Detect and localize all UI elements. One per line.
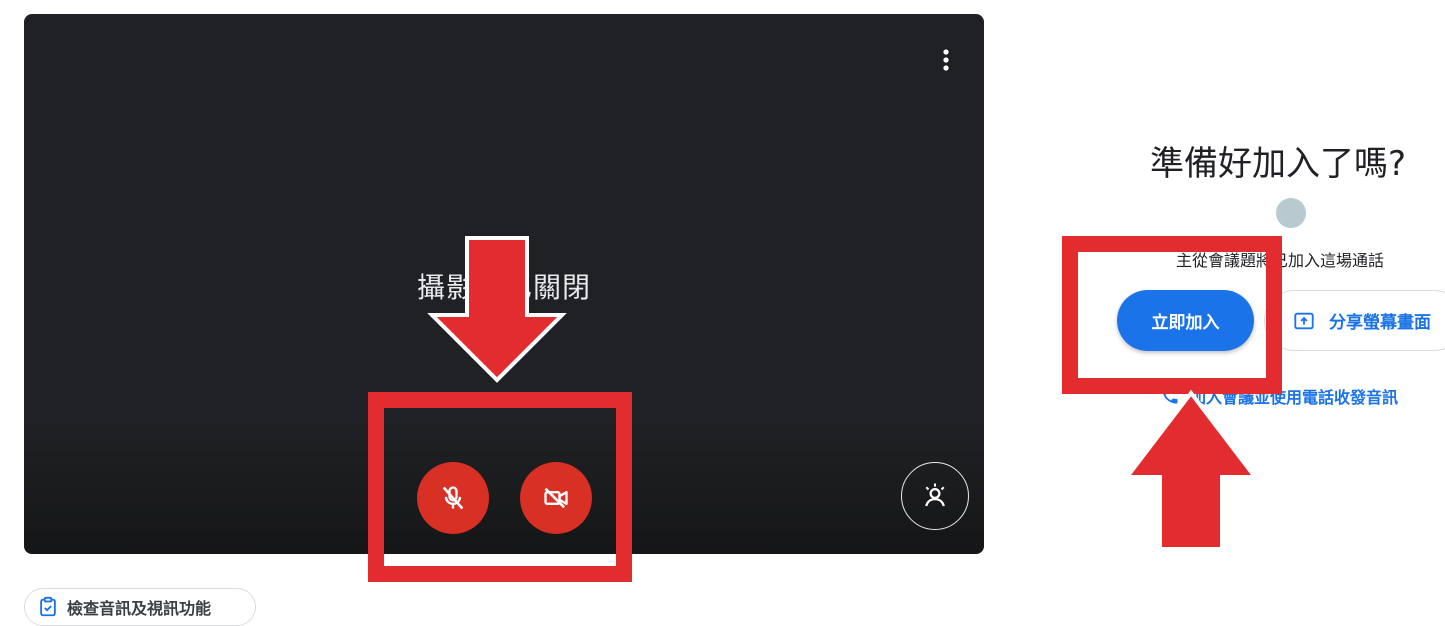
present-to-all-icon: [1294, 312, 1314, 329]
check-audio-video-button[interactable]: 檢查音訊及視訊功能: [24, 588, 256, 626]
camera-preview: 攝影機已關閉: [24, 14, 984, 554]
present-screen-button[interactable]: 分享螢幕畫面: [1264, 290, 1445, 351]
check-audio-video-label: 檢查音訊及視訊功能: [67, 599, 212, 618]
microphone-toggle-button[interactable]: [417, 462, 489, 534]
visual-effects-button[interactable]: [901, 462, 969, 530]
more-vert-icon: [943, 49, 949, 71]
videocam-off-icon: [544, 487, 568, 509]
mic-off-icon: [442, 486, 464, 510]
more-options-button[interactable]: [930, 44, 962, 76]
join-by-phone-label: 加入會議並使用電話收發音訊: [1190, 388, 1399, 407]
phone-icon: [1162, 388, 1178, 404]
arrow-up: [1122, 389, 1260, 551]
ready-to-join-title: 準備好加入了嗎?: [1150, 144, 1407, 184]
visual-effects-icon: [925, 483, 945, 507]
camera-off-message: 攝影機已關閉: [416, 271, 591, 304]
host-avatar: [1276, 198, 1306, 228]
host-status-text: 主從會議題將已加入這場通話: [1176, 251, 1385, 270]
present-screen-label: 分享螢幕畫面: [1329, 313, 1431, 333]
join-by-phone-link[interactable]: 加入會議並使用電話收發音訊: [1160, 384, 1398, 408]
join-now-button[interactable]: 立即加入: [1117, 290, 1254, 351]
camera-toggle-button[interactable]: [520, 462, 592, 534]
clipboard-check-icon: [40, 596, 56, 617]
